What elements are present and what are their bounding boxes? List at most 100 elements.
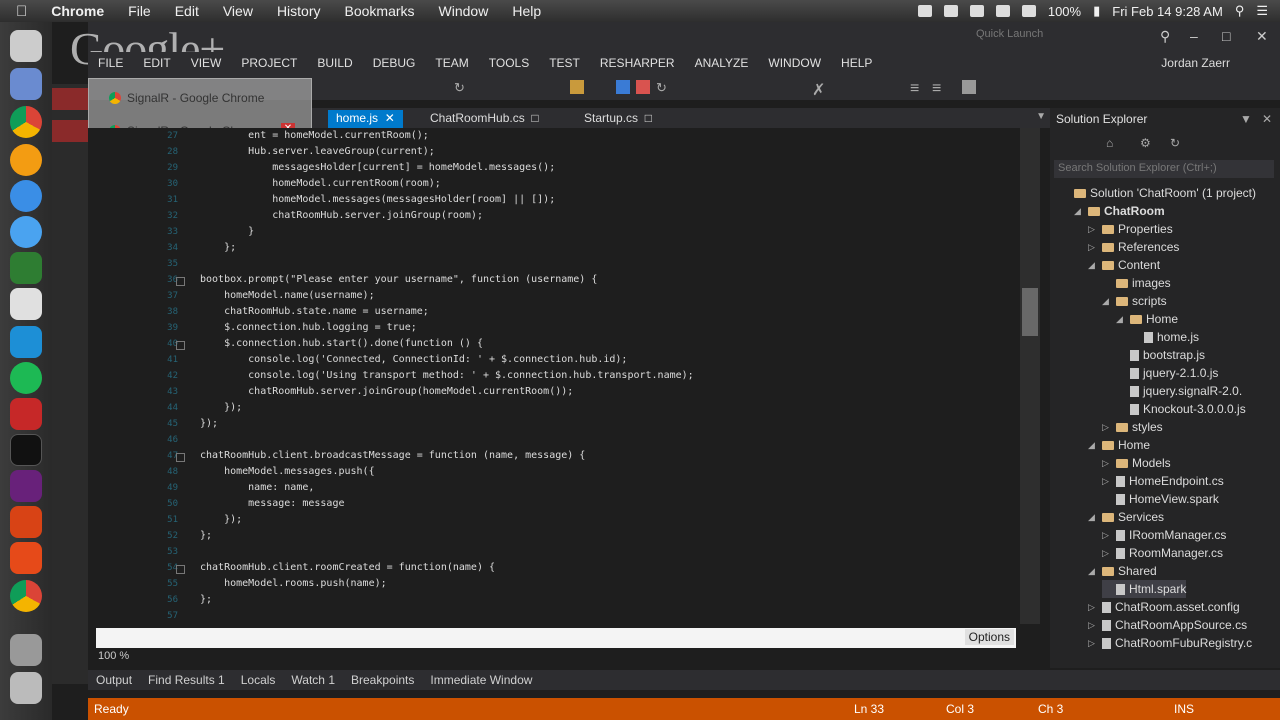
expand-icon[interactable]: ◢: [1102, 296, 1112, 307]
code-line[interactable]: chatRoomHub.server.joinGroup(homeModel.c…: [200, 386, 573, 397]
lync-icon[interactable]: [10, 326, 42, 358]
wifi-icon[interactable]: [995, 5, 1010, 17]
scrollbar-thumb[interactable]: [1022, 288, 1038, 336]
tab-output[interactable]: Output: [88, 673, 140, 687]
close-icon[interactable]: ✕: [381, 111, 395, 125]
home-icon[interactable]: ⌂: [1106, 136, 1113, 150]
tree-item[interactable]: ◢ ChatRoom: [1074, 202, 1165, 220]
expand-icon[interactable]: ◢: [1088, 440, 1098, 451]
fold-toggle-icon[interactable]: [176, 565, 185, 574]
solution-search-input[interactable]: Search Solution Explorer (Ctrl+;): [1054, 160, 1274, 178]
close-icon[interactable]: ✕: [1256, 28, 1268, 45]
tree-item[interactable]: home.js: [1130, 328, 1199, 346]
vs-menu-resharper[interactable]: RESHARPER: [590, 56, 685, 70]
find-options-button[interactable]: Options: [964, 629, 1014, 645]
tree-item[interactable]: Html.spark: [1102, 580, 1187, 598]
code-line[interactable]: });: [200, 402, 242, 413]
messages-icon[interactable]: [10, 180, 42, 212]
code-line[interactable]: messagesHolder[current] = homeModel.mess…: [200, 162, 555, 173]
toolbar-icon[interactable]: ≡: [932, 80, 946, 97]
tree-item[interactable]: bootstrap.js: [1116, 346, 1205, 364]
code-line[interactable]: });: [200, 514, 242, 525]
tree-item[interactable]: images: [1102, 274, 1171, 292]
menu-window[interactable]: Window: [427, 3, 501, 19]
expand-icon[interactable]: ▷: [1102, 458, 1112, 469]
toolbar-icon[interactable]: [962, 80, 976, 94]
tab-chatroomhub-cs[interactable]: ChatRoomHub.cs □: [422, 110, 547, 128]
status-tray-icon[interactable]: [969, 5, 984, 17]
expand-icon[interactable]: ▷: [1088, 638, 1098, 649]
finder-icon[interactable]: [10, 30, 42, 62]
chrome-icon-2[interactable]: [10, 580, 42, 612]
spotlight-icon[interactable]: ⚲: [1235, 3, 1245, 19]
visual-studio-icon[interactable]: [10, 470, 42, 502]
tree-item[interactable]: ◢ Services: [1088, 508, 1164, 526]
tree-item[interactable]: HomeView.spark: [1102, 490, 1219, 508]
vs-menu-test[interactable]: TEST: [539, 56, 590, 70]
menu-history[interactable]: History: [265, 3, 333, 19]
code-line[interactable]: homeModel.messages.push({: [200, 466, 375, 477]
volume-icon[interactable]: [1021, 5, 1036, 17]
tab-dropdown-icon[interactable]: ▼: [1036, 111, 1046, 122]
chrome-window-item[interactable]: SignalR - Google Chrome: [109, 91, 264, 105]
chrome-icon[interactable]: [10, 106, 42, 138]
tree-item[interactable]: ◢ Home: [1088, 436, 1150, 454]
tree-item[interactable]: Knockout-3.0.0.0.js: [1116, 400, 1246, 418]
firefox-icon[interactable]: [10, 144, 42, 176]
powerpoint-icon-2[interactable]: [10, 542, 42, 574]
tree-item[interactable]: ▷ Properties: [1088, 220, 1173, 238]
tree-item[interactable]: ▷ styles: [1102, 418, 1163, 436]
apple-icon[interactable]: : [0, 3, 39, 20]
tree-item[interactable]: jquery.signalR-2.0.: [1116, 382, 1242, 400]
code-line[interactable]: bootbox.prompt("Please enter your userna…: [200, 274, 597, 285]
vs-menu-tools[interactable]: TOOLS: [479, 56, 539, 70]
tree-item[interactable]: ▷ References: [1088, 238, 1179, 256]
powerpoint-icon[interactable]: [10, 506, 42, 538]
menu-help[interactable]: Help: [500, 3, 553, 19]
vs-menu-edit[interactable]: EDIT: [133, 56, 180, 70]
vs-menu-view[interactable]: VIEW: [181, 56, 232, 70]
code-line[interactable]: Hub.server.leaveGroup(current);: [200, 146, 435, 157]
menu-edit[interactable]: Edit: [163, 3, 211, 19]
pause-icon[interactable]: [616, 80, 630, 94]
tab-breakpoints[interactable]: Breakpoints: [343, 673, 422, 687]
menu-app-name[interactable]: Chrome: [39, 3, 116, 19]
expand-icon[interactable]: ▷: [1088, 602, 1098, 613]
tree-item[interactable]: ▷ ChatRoomFubuRegistry.c: [1088, 634, 1252, 652]
battery-icon[interactable]: ▮: [1093, 3, 1100, 19]
tab-immediate-window[interactable]: Immediate Window: [422, 673, 540, 687]
expand-icon[interactable]: ◢: [1088, 512, 1098, 523]
expand-icon[interactable]: ◢: [1088, 566, 1098, 577]
close-icon[interactable]: ✕: [1262, 112, 1272, 126]
code-line[interactable]: homeModel.rooms.push(name);: [200, 578, 387, 589]
code-line[interactable]: ent = homeModel.currentRoom();: [200, 130, 429, 141]
expand-icon[interactable]: ▷: [1088, 224, 1098, 235]
tree-item[interactable]: ▷ RoomManager.cs: [1102, 544, 1223, 562]
code-line[interactable]: $.connection.hub.start().done(function (…: [200, 338, 483, 349]
tab-home-js[interactable]: home.js ✕: [328, 110, 403, 128]
code-line[interactable]: };: [200, 594, 212, 605]
refresh-icon[interactable]: ↻: [454, 80, 468, 95]
code-line[interactable]: homeModel.messages(messagesHolder[room] …: [200, 194, 555, 205]
toolbar-icon[interactable]: [570, 80, 584, 94]
expand-icon[interactable]: ▷: [1102, 548, 1112, 559]
tab-locals[interactable]: Locals: [233, 673, 284, 687]
fold-toggle-icon[interactable]: [176, 453, 185, 462]
status-tray-icon[interactable]: [943, 5, 958, 17]
background-tab[interactable]: [52, 120, 88, 142]
toolbar-icon[interactable]: ≡: [910, 80, 924, 97]
spotify-icon[interactable]: [10, 362, 42, 394]
editor-scrollbar[interactable]: [1020, 128, 1040, 624]
code-line[interactable]: console.log('Using transport method: ' +…: [200, 370, 694, 381]
expand-icon[interactable]: ▷: [1088, 620, 1098, 631]
fold-toggle-icon[interactable]: [176, 341, 185, 350]
expand-icon[interactable]: ◢: [1088, 260, 1098, 271]
tab-startup-cs[interactable]: Startup.cs □: [576, 110, 660, 128]
vs-menu-help[interactable]: HELP: [831, 56, 882, 70]
vs-menu-window[interactable]: WINDOW: [758, 56, 831, 70]
tab-watch[interactable]: Watch 1: [283, 673, 343, 687]
trash-icon[interactable]: [10, 672, 42, 704]
tree-item[interactable]: Solution 'ChatRoom' (1 project): [1060, 184, 1256, 202]
status-tray-icon[interactable]: [917, 5, 932, 17]
settings-icon[interactable]: ⚙: [1140, 136, 1151, 150]
